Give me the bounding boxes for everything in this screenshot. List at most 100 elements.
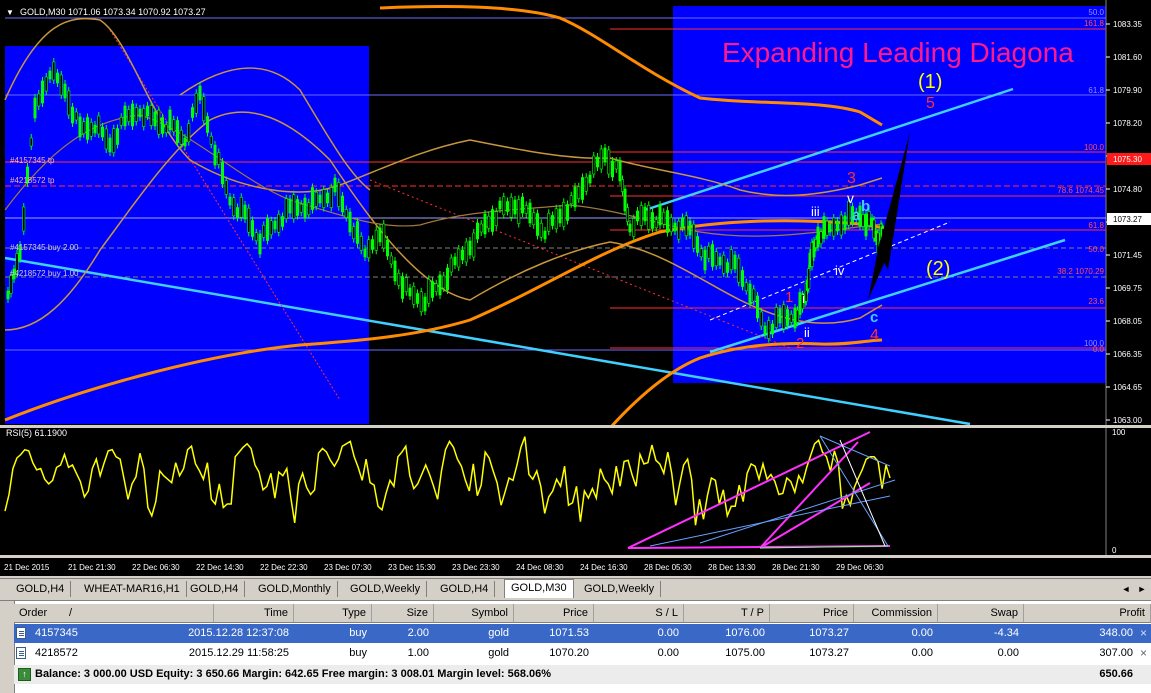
rsi-chart-canvas[interactable]: RSI(5) 61.1900 100 0 <box>0 428 1151 558</box>
col-tp[interactable]: T / P <box>684 604 770 623</box>
candle-body <box>74 111 78 121</box>
candle-body <box>740 270 744 287</box>
candle-body <box>314 191 318 207</box>
candle-body <box>729 249 733 271</box>
time-label: 23 Dec 23:30 <box>452 563 500 572</box>
candle-body <box>273 220 277 230</box>
candle-body <box>146 105 150 117</box>
tab-gold-weekly-1[interactable]: GOLD,Weekly <box>344 581 428 597</box>
candle-body <box>733 254 737 270</box>
candle-body <box>299 203 303 213</box>
tab-gold-h4-2[interactable]: GOLD,H4 <box>184 581 246 597</box>
price-tick-label: 1068.05 <box>1113 317 1142 326</box>
candle-body <box>457 248 461 268</box>
rsi-chart[interactable]: RSI(5) 61.1900 100 0 <box>0 428 1151 558</box>
candle-body <box>123 105 127 127</box>
candle-body <box>40 80 44 104</box>
wave-label-b: b <box>861 198 870 215</box>
candle-body <box>658 204 662 226</box>
col-price[interactable]: Price <box>514 604 594 623</box>
order-time: 2015.12.28 12:37:08 <box>188 627 289 639</box>
candle-body <box>89 121 93 137</box>
candle-body <box>179 129 183 145</box>
candle-body <box>265 218 269 241</box>
candle-body <box>112 128 116 154</box>
candle-body <box>569 195 573 205</box>
candle-body <box>692 223 696 249</box>
order-document-icon <box>16 647 26 659</box>
candle-body <box>78 116 82 138</box>
candle-body <box>505 201 509 212</box>
price-tick-label: 1071.45 <box>1113 251 1142 260</box>
candle-body <box>828 223 832 233</box>
time-label: 21 Dec 2015 <box>4 563 50 572</box>
candle-body <box>344 209 348 218</box>
candle-body <box>539 222 543 238</box>
candle-body <box>620 179 624 192</box>
tab-scroll-right-icon[interactable]: ► <box>1136 582 1148 596</box>
candle-body <box>774 307 778 328</box>
candle-body <box>404 277 408 293</box>
candle-body <box>97 115 101 135</box>
col-current-price[interactable]: Price <box>770 604 854 623</box>
price-chart-canvas[interactable]: 1083.351081.601079.901078.201076.501074.… <box>0 0 1151 428</box>
candle-body <box>127 109 131 122</box>
candle-body <box>554 208 558 230</box>
candle-body <box>374 229 378 251</box>
col-symbol[interactable]: Symbol <box>434 604 514 623</box>
candle-body <box>524 205 528 214</box>
col-sl[interactable]: S / L <box>594 604 684 623</box>
tab-gold-monthly[interactable]: GOLD,Monthly <box>252 581 338 597</box>
candle-body <box>498 200 502 210</box>
candle-body <box>502 196 506 216</box>
candle-body <box>798 292 802 315</box>
tab-scroll-left-icon[interactable]: ◄ <box>1120 582 1132 596</box>
tab-gold-h4-3[interactable]: GOLD,H4 <box>434 581 496 597</box>
terminal-side-bar <box>0 601 15 693</box>
col-order[interactable]: Order / <box>14 604 214 623</box>
candle-body <box>816 226 820 248</box>
order-document-icon <box>16 627 26 639</box>
position-row-2[interactable]: 4218572 2015.12.29 11:58:25 buy 1.00 gol… <box>14 644 1151 663</box>
candle-body <box>483 213 487 235</box>
candle-body <box>722 254 726 274</box>
time-label: 22 Dec 22:30 <box>260 563 308 572</box>
candle-body <box>785 309 789 326</box>
trade-terminal: Order / Time Type Size Symbol Price S / L… <box>0 600 1151 693</box>
col-size[interactable]: Size <box>372 604 434 623</box>
candle-body <box>6 290 10 300</box>
candle-body <box>475 222 479 240</box>
order-commission: 0.00 <box>911 647 933 659</box>
tab-gold-m30[interactable]: GOLD,M30 <box>504 579 574 598</box>
svg-text:23.6: 23.6 <box>1088 297 1104 306</box>
candle-body <box>82 121 86 135</box>
candle-body <box>532 212 536 226</box>
candle-body <box>412 285 416 305</box>
wave-label-3: 3 <box>847 170 856 187</box>
tab-gold-h4-1[interactable]: GOLD,H4 <box>10 581 72 597</box>
col-commission[interactable]: Commission <box>854 604 938 623</box>
col-time[interactable]: Time <box>214 604 294 623</box>
candle-body <box>243 204 247 220</box>
price-chart[interactable]: 1083.351081.601079.901078.201076.501074.… <box>0 0 1151 428</box>
candle-body <box>254 232 258 242</box>
col-type[interactable]: Type <box>294 604 372 623</box>
candle-body <box>752 288 756 302</box>
col-swap[interactable]: Swap <box>938 604 1024 623</box>
close-position-icon[interactable]: × <box>1140 624 1147 643</box>
position-row-1[interactable]: 4157345 2015.12.28 12:37:08 buy 2.00 gol… <box>14 624 1151 643</box>
candle-body <box>149 105 153 126</box>
candle-body <box>277 213 281 233</box>
chart-menu-arrow[interactable]: ▼ <box>6 8 14 17</box>
close-position-icon[interactable]: × <box>1140 644 1147 663</box>
tab-gold-weekly-2[interactable]: GOLD,Weekly <box>578 581 662 597</box>
candle-body <box>52 61 56 81</box>
candle-body <box>835 220 839 232</box>
candle-body <box>825 220 829 236</box>
rsi-line <box>4 436 891 526</box>
candle-body <box>213 144 217 166</box>
col-profit[interactable]: Profit <box>1024 604 1151 623</box>
candle-body <box>737 257 741 283</box>
tab-wheat-mar16-h1[interactable]: WHEAT-MAR16,H1 <box>78 581 187 597</box>
candle-body <box>665 210 669 233</box>
